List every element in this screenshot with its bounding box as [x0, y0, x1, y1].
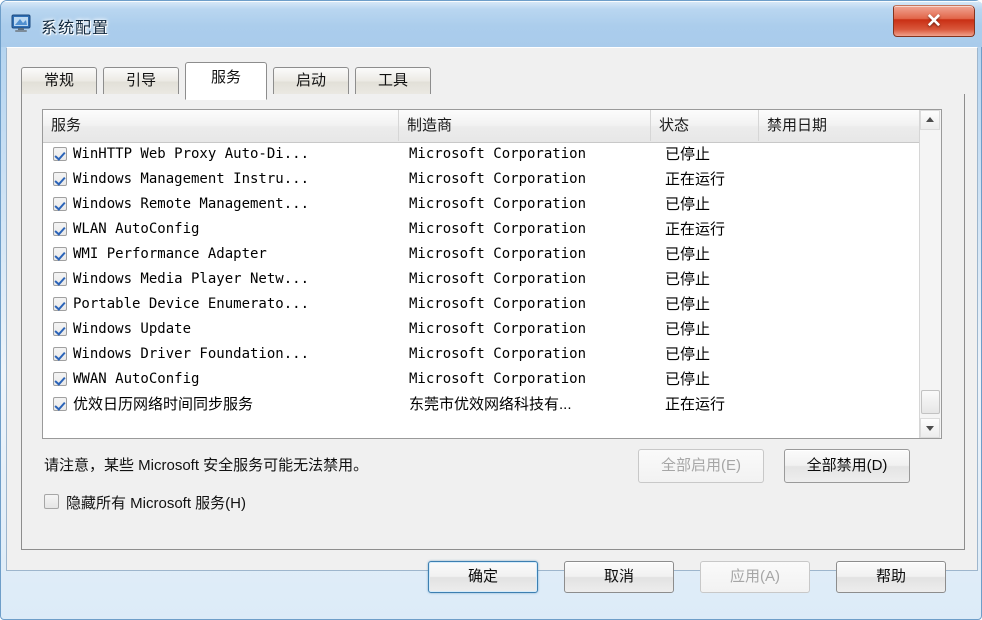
service-enabled-checkbox[interactable]: [53, 397, 67, 411]
services-list-body: WinHTTP Web Proxy Auto-Di... Microsoft Co…: [43, 142, 941, 438]
service-name: WMI Performance Adapter: [73, 246, 267, 262]
tab-4[interactable]: 启动: [273, 67, 349, 95]
hide-microsoft-services-label: 隐藏所有 Microsoft 服务(H): [66, 495, 247, 512]
close-icon: ✕: [926, 11, 942, 32]
service-manufacturer: Microsoft Corporation: [409, 271, 587, 287]
table-row[interactable]: WMI Performance Adapter Microsoft Corpora…: [43, 242, 941, 267]
services-note-text: 请注意，某些 Microsoft 安全服务可能无法禁用。: [44, 457, 369, 474]
service-enabled-checkbox[interactable]: [53, 372, 67, 386]
service-enabled-checkbox[interactable]: [53, 172, 67, 186]
services-list-header: 服务 制造商 状态 禁用日期: [43, 110, 941, 143]
service-name: Windows Remote Management...: [73, 196, 310, 212]
table-row[interactable]: Portable Device Enumerato... Microsoft Co…: [43, 292, 941, 317]
table-row[interactable]: Windows Update Microsoft Corporation 已停止: [43, 317, 941, 342]
service-name: Windows Management Instru...: [73, 171, 310, 187]
tab-1[interactable]: 常规: [21, 67, 97, 95]
service-enabled-checkbox[interactable]: [53, 347, 67, 361]
service-manufacturer: Microsoft Corporation: [409, 246, 587, 262]
title-bar: 系统配置 ✕: [1, 1, 982, 47]
close-button[interactable]: ✕: [893, 5, 975, 37]
tab-5[interactable]: 工具: [355, 67, 431, 95]
help-button[interactable]: 帮助: [836, 561, 946, 593]
window-title: 系统配置: [41, 20, 110, 37]
vertical-scrollbar[interactable]: [919, 110, 941, 438]
table-row[interactable]: Windows Driver Foundation... Microsoft Co…: [43, 342, 941, 367]
service-status: 已停止: [665, 371, 711, 388]
tab-2[interactable]: 引导: [103, 67, 179, 95]
service-status: 已停止: [665, 296, 711, 313]
dialog-client-area: 常规 引导 服务 启动 工具 服务 制造商 状态 禁用日期 WinHTTP Web Proxy…: [6, 47, 978, 571]
table-row[interactable]: 优效日历网络时间同步服务 东莞市优效网络科技有... 正在运行: [43, 392, 941, 417]
column-header-1[interactable]: 服务: [43, 110, 399, 141]
column-header-3[interactable]: 状态: [651, 110, 759, 141]
service-enabled-checkbox[interactable]: [53, 247, 67, 261]
chevron-down-icon: [926, 426, 934, 431]
column-header-2[interactable]: 制造商: [399, 110, 651, 141]
tab-panel-services: 服务 制造商 状态 禁用日期 WinHTTP Web Proxy Auto-Di...…: [21, 94, 965, 550]
table-row[interactable]: WLAN AutoConfig Microsoft Corporation 正在运行: [43, 217, 941, 242]
service-manufacturer: Microsoft Corporation: [409, 221, 587, 237]
service-status: 已停止: [665, 146, 711, 163]
tab-3[interactable]: 服务: [185, 62, 267, 100]
column-header-4[interactable]: 禁用日期: [759, 110, 921, 141]
service-status: 正在运行: [665, 396, 726, 413]
service-enabled-checkbox[interactable]: [53, 197, 67, 211]
service-manufacturer: Microsoft Corporation: [409, 371, 587, 387]
service-enabled-checkbox[interactable]: [53, 297, 67, 311]
service-name: Windows Update: [73, 321, 192, 337]
system-config-monitor-icon: [11, 14, 31, 32]
checkbox-box: [44, 494, 59, 509]
service-status: 正在运行: [665, 171, 726, 188]
service-name: Windows Media Player Netw...: [73, 271, 310, 287]
service-name: Portable Device Enumerato...: [73, 296, 310, 312]
service-name: WWAN AutoConfig: [73, 371, 200, 387]
service-enabled-checkbox[interactable]: [53, 222, 67, 236]
service-manufacturer: 东莞市优效网络科技有...: [409, 396, 572, 413]
service-enabled-checkbox[interactable]: [53, 322, 67, 336]
table-row[interactable]: Windows Media Player Netw... Microsoft Co…: [43, 267, 941, 292]
apply-button[interactable]: 应用(A): [700, 561, 810, 593]
scroll-up-button[interactable]: [920, 110, 940, 130]
service-name: WinHTTP Web Proxy Auto-Di...: [73, 146, 310, 162]
service-status: 已停止: [665, 246, 711, 263]
table-row[interactable]: Windows Management Instru... Microsoft Co…: [43, 167, 941, 192]
service-status: 正在运行: [665, 221, 726, 238]
service-manufacturer: Microsoft Corporation: [409, 346, 587, 362]
scroll-down-button[interactable]: [920, 418, 940, 438]
system-configuration-window: 系统配置 ✕ 常规 引导 服务 启动 工具 服务 制造商 状态 禁用日期 WinHTTP We…: [0, 0, 982, 620]
service-name: 优效日历网络时间同步服务: [73, 396, 254, 413]
table-row[interactable]: WinHTTP Web Proxy Auto-Di... Microsoft Co…: [43, 142, 941, 167]
disable-all-button[interactable]: 全部禁用(D): [784, 449, 910, 483]
service-enabled-checkbox[interactable]: [53, 147, 67, 161]
enable-all-button[interactable]: 全部启用(E): [638, 449, 764, 483]
service-status: 已停止: [665, 346, 711, 363]
service-manufacturer: Microsoft Corporation: [409, 196, 587, 212]
service-status: 已停止: [665, 271, 711, 288]
cancel-button[interactable]: 取消: [564, 561, 674, 593]
services-list[interactable]: 服务 制造商 状态 禁用日期 WinHTTP Web Proxy Auto-Di...…: [42, 109, 942, 439]
service-enabled-checkbox[interactable]: [53, 272, 67, 286]
table-row[interactable]: WWAN AutoConfig Microsoft Corporation 已停止: [43, 367, 941, 392]
ok-button[interactable]: 确定: [428, 561, 538, 593]
scrollbar-thumb[interactable]: [921, 390, 940, 414]
service-name: WLAN AutoConfig: [73, 221, 200, 237]
service-manufacturer: Microsoft Corporation: [409, 321, 587, 337]
table-row[interactable]: Windows Remote Management... Microsoft Co…: [43, 192, 941, 217]
service-status: 已停止: [665, 321, 711, 338]
service-status: 已停止: [665, 196, 711, 213]
service-manufacturer: Microsoft Corporation: [409, 171, 587, 187]
chevron-up-icon: [926, 117, 934, 122]
service-name: Windows Driver Foundation...: [73, 346, 310, 362]
service-manufacturer: Microsoft Corporation: [409, 146, 587, 162]
service-manufacturer: Microsoft Corporation: [409, 296, 587, 312]
